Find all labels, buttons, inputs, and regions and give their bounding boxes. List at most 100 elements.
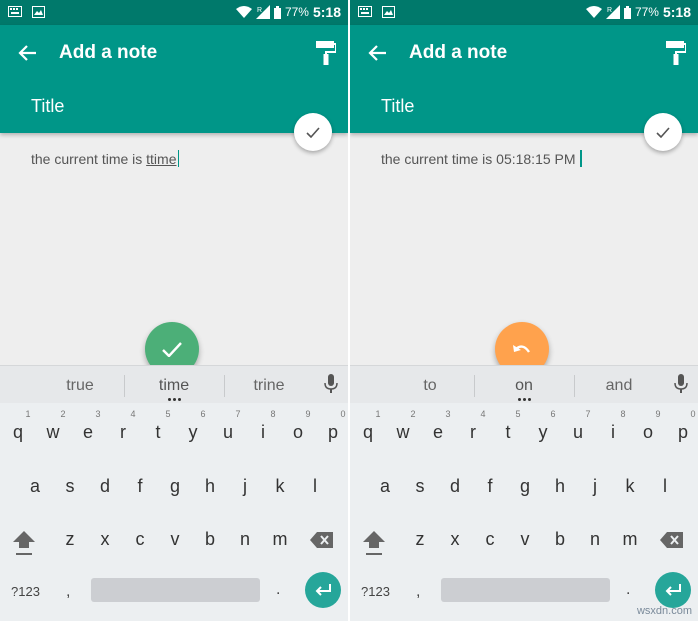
space-bar[interactable] — [441, 578, 610, 602]
shift-icon[interactable] — [362, 529, 386, 557]
backspace-icon[interactable] — [660, 531, 684, 549]
key-hint: 5 — [165, 409, 171, 419]
key-i[interactable]: i — [598, 422, 628, 443]
key-i[interactable]: i — [248, 422, 278, 443]
key-x[interactable]: x — [90, 529, 120, 550]
note-body-input[interactable]: the current time is 05:18:15 PM — [381, 150, 582, 167]
key-y[interactable]: y — [178, 422, 208, 443]
key-b[interactable]: b — [545, 529, 575, 550]
key-o[interactable]: o — [633, 422, 663, 443]
microphone-icon[interactable] — [674, 374, 688, 394]
key-z[interactable]: z — [55, 529, 85, 550]
comma-key[interactable]: , — [66, 583, 70, 601]
key-m[interactable]: m — [265, 529, 295, 550]
space-bar[interactable] — [91, 578, 260, 602]
key-k[interactable]: k — [265, 476, 295, 497]
key-f[interactable]: f — [475, 476, 505, 497]
symbols-key[interactable]: ?123 — [11, 584, 40, 599]
suggestion-3[interactable]: trine — [224, 377, 314, 395]
more-suggestions-dots[interactable] — [168, 398, 181, 401]
watermark: wsxdn.com — [636, 605, 692, 617]
key-d[interactable]: d — [440, 476, 470, 497]
key-u[interactable]: u — [563, 422, 593, 443]
enter-icon — [315, 584, 331, 596]
enter-key[interactable] — [655, 572, 691, 608]
key-m[interactable]: m — [615, 529, 645, 550]
key-h[interactable]: h — [545, 476, 575, 497]
title-input[interactable]: Title — [31, 96, 64, 117]
back-arrow-icon[interactable] — [367, 42, 389, 64]
key-p[interactable]: p — [318, 422, 348, 443]
period-key[interactable]: . — [276, 581, 280, 599]
note-body-input[interactable]: the current time is ttime — [31, 150, 179, 167]
key-j[interactable]: j — [230, 476, 260, 497]
more-suggestions-dots[interactable] — [518, 398, 531, 401]
comma-key[interactable]: , — [416, 583, 420, 601]
check-icon — [162, 341, 182, 357]
key-b[interactable]: b — [195, 529, 225, 550]
key-g[interactable]: g — [160, 476, 190, 497]
key-e[interactable]: e — [423, 422, 453, 443]
suggestion-1[interactable]: true — [35, 377, 125, 395]
backspace-icon[interactable] — [310, 531, 334, 549]
key-y[interactable]: y — [528, 422, 558, 443]
save-check-button[interactable] — [294, 113, 332, 151]
key-q[interactable]: q — [3, 422, 33, 443]
key-r[interactable]: r — [458, 422, 488, 443]
key-g[interactable]: g — [510, 476, 540, 497]
key-f[interactable]: f — [125, 476, 155, 497]
period-key[interactable]: . — [626, 581, 630, 599]
note-text: the current time is 05:18:15 PM — [381, 151, 576, 167]
key-e[interactable]: e — [73, 422, 103, 443]
key-o[interactable]: o — [283, 422, 313, 443]
keyboard: 1 2 3 4 5 6 7 8 9 0 q w e r t y u i o p … — [0, 403, 348, 621]
key-l[interactable]: l — [650, 476, 680, 497]
paint-roller-icon[interactable] — [666, 41, 686, 65]
suggestion-2[interactable]: on — [479, 377, 569, 395]
key-w[interactable]: w — [38, 422, 68, 443]
suggestion-2[interactable]: time — [129, 377, 219, 395]
key-j[interactable]: j — [580, 476, 610, 497]
paint-roller-icon[interactable] — [316, 41, 336, 65]
key-r[interactable]: r — [108, 422, 138, 443]
key-w[interactable]: w — [388, 422, 418, 443]
key-d[interactable]: d — [90, 476, 120, 497]
save-check-button[interactable] — [644, 113, 682, 151]
key-u[interactable]: u — [213, 422, 243, 443]
key-a[interactable]: a — [370, 476, 400, 497]
key-p[interactable]: p — [668, 422, 698, 443]
key-k[interactable]: k — [615, 476, 645, 497]
back-arrow-icon[interactable] — [17, 42, 39, 64]
key-z[interactable]: z — [405, 529, 435, 550]
key-n[interactable]: n — [230, 529, 260, 550]
key-hint: 6 — [550, 409, 556, 419]
key-hint: 3 — [95, 409, 101, 419]
suggestion-divider — [124, 375, 125, 397]
suggestion-3[interactable]: and — [574, 377, 664, 395]
key-q[interactable]: q — [353, 422, 383, 443]
shift-icon[interactable] — [12, 529, 36, 557]
key-c[interactable]: c — [475, 529, 505, 550]
battery-icon — [623, 5, 631, 19]
key-t[interactable]: t — [143, 422, 173, 443]
key-x[interactable]: x — [440, 529, 470, 550]
image-notification-icon — [32, 6, 45, 18]
title-input[interactable]: Title — [381, 96, 414, 117]
key-a[interactable]: a — [20, 476, 50, 497]
enter-key[interactable] — [305, 572, 341, 608]
suggestion-1[interactable]: to — [385, 377, 475, 395]
clock: 5:18 — [312, 4, 341, 20]
screen-left: R 77% 5:18 Add a note Title the current … — [0, 0, 348, 621]
key-v[interactable]: v — [510, 529, 540, 550]
symbols-key[interactable]: ?123 — [361, 584, 390, 599]
key-l[interactable]: l — [300, 476, 330, 497]
key-h[interactable]: h — [195, 476, 225, 497]
key-c[interactable]: c — [125, 529, 155, 550]
key-t[interactable]: t — [493, 422, 523, 443]
key-s[interactable]: s — [405, 476, 435, 497]
key-n[interactable]: n — [580, 529, 610, 550]
signal-icon: R — [605, 5, 620, 19]
key-v[interactable]: v — [160, 529, 190, 550]
key-s[interactable]: s — [55, 476, 85, 497]
microphone-icon[interactable] — [324, 374, 338, 394]
